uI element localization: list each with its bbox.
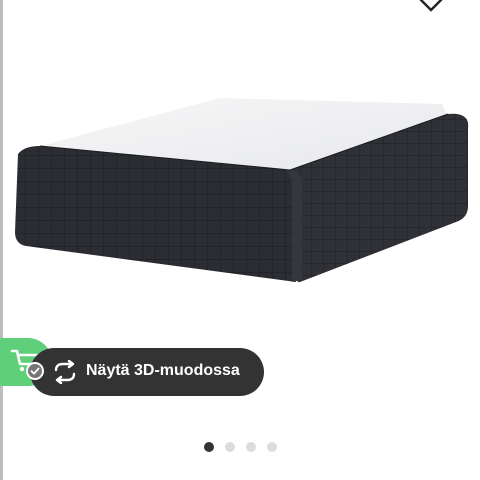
carousel-dot[interactable] xyxy=(246,442,256,452)
view-3d-button[interactable]: Näytä 3D-muodossa xyxy=(30,348,264,396)
rotate-3d-icon xyxy=(54,360,76,384)
checkmark-icon xyxy=(26,362,44,380)
carousel-dot[interactable] xyxy=(267,442,277,452)
view-3d-label: Näytä 3D-muodossa xyxy=(86,362,240,379)
heart-outline-icon[interactable] xyxy=(417,0,445,12)
product-image xyxy=(15,98,469,283)
carousel-dot[interactable] xyxy=(204,442,214,452)
carousel-dot[interactable] xyxy=(225,442,235,452)
